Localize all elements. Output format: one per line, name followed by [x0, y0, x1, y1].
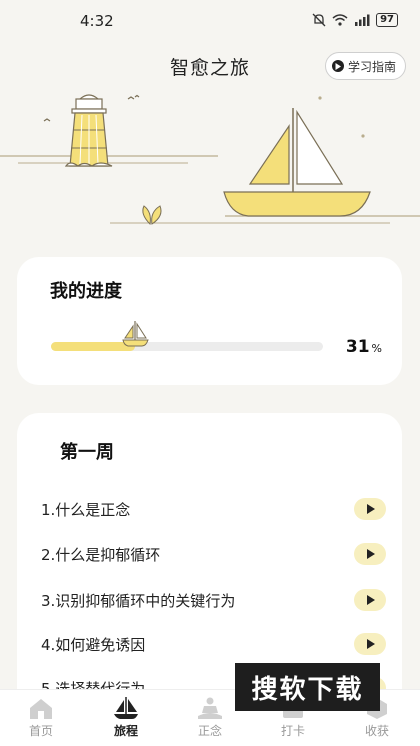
- sailboat-illustration: [223, 108, 371, 217]
- status-time: 4:32: [80, 12, 114, 30]
- tab-label: 正念: [197, 724, 222, 738]
- tab-journey[interactable]: 旅程: [96, 696, 156, 739]
- play-icon[interactable]: [354, 633, 386, 655]
- lesson-label: 3.识别抑郁循环中的关键行为: [41, 591, 236, 610]
- study-guide-button[interactable]: 学习指南: [324, 52, 406, 80]
- tab-label: 收获: [364, 724, 389, 738]
- tab-label: 旅程: [113, 724, 138, 738]
- sailboat-marker-icon: [122, 321, 150, 347]
- tab-label: 首页: [28, 724, 53, 738]
- tab-label: 打卡: [280, 724, 305, 738]
- lesson-item[interactable]: 1.什么是正念: [41, 496, 386, 522]
- week-title: 第一周: [60, 442, 114, 463]
- play-icon[interactable]: [354, 589, 386, 611]
- progress-title: 我的进度: [50, 281, 122, 302]
- progress-track: [51, 321, 323, 351]
- lighthouse-icon: [64, 94, 113, 167]
- wifi-icon: [332, 14, 348, 26]
- lesson-label: 4.如何避免诱因: [41, 635, 146, 654]
- lesson-item[interactable]: 2.什么是抑郁循环: [41, 541, 386, 567]
- watermark: 搜软下载: [235, 663, 380, 711]
- battery-icon: 97: [376, 13, 398, 27]
- study-guide-label: 学习指南: [347, 59, 396, 74]
- sailboat-icon: [114, 697, 138, 719]
- sprout-icon: [142, 205, 162, 226]
- play-icon: [331, 60, 344, 72]
- status-icons: 97: [312, 13, 398, 27]
- home-icon: [30, 699, 52, 719]
- meditation-icon: [198, 697, 222, 719]
- journey-illustration: [0, 94, 420, 226]
- play-icon[interactable]: [354, 498, 386, 520]
- tab-home[interactable]: 首页: [11, 696, 71, 739]
- percent-sign: %: [371, 342, 382, 355]
- lesson-label: 1.什么是正念: [41, 500, 131, 519]
- progress-percent: 31%: [346, 337, 382, 357]
- play-icon[interactable]: [354, 543, 386, 565]
- status-bar: 4:32 97: [0, 0, 420, 40]
- progress-percent-number: 31: [345, 337, 370, 357]
- lesson-item[interactable]: 3.识别抑郁循环中的关键行为: [41, 587, 386, 613]
- signal-icon: [355, 14, 370, 26]
- lesson-label: 2.什么是抑郁循环: [41, 545, 161, 564]
- mute-icon: [312, 13, 326, 27]
- progress-card: 我的进度 31%: [17, 257, 402, 385]
- lesson-item[interactable]: 4.如何避免诱因: [41, 631, 386, 657]
- tab-mindfulness[interactable]: 正念: [180, 696, 240, 739]
